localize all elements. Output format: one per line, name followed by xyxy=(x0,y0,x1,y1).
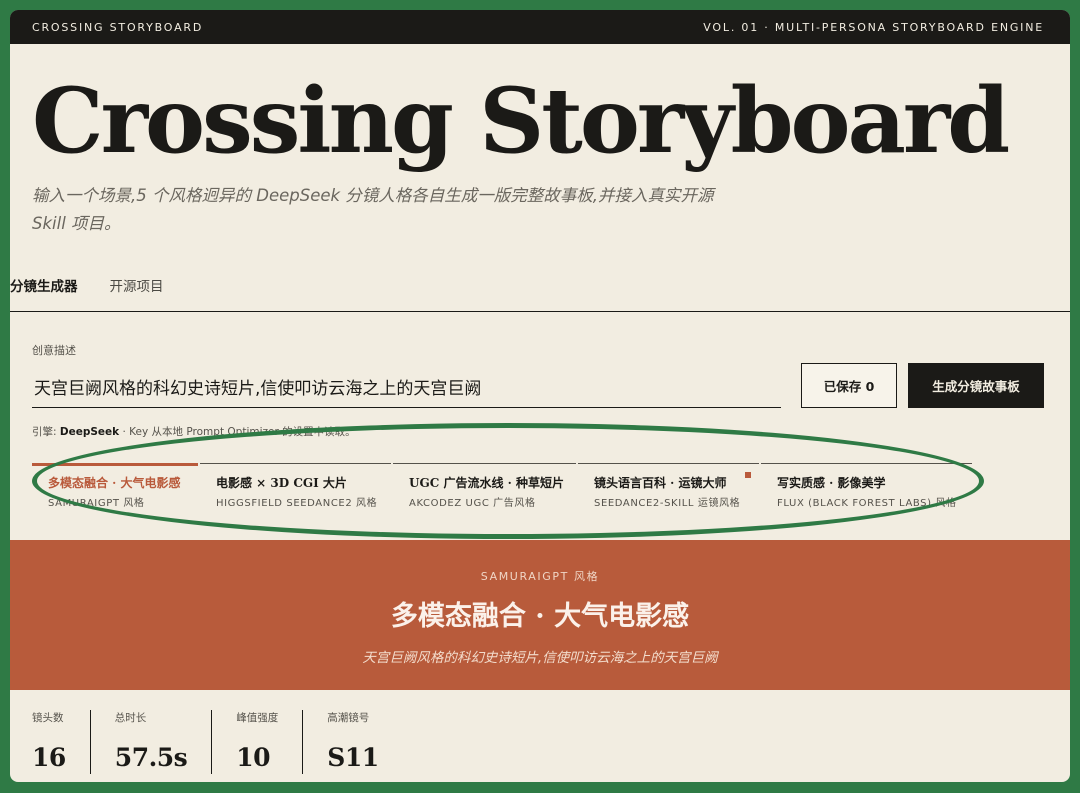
app-window: CROSSING STORYBOARD VOL. 01 · MULTI-PERS… xyxy=(10,10,1070,782)
stat-climax-shot: 高潮镜号 S11 xyxy=(302,710,402,774)
edition-label: VOL. 01 · MULTI-PERSONA STORYBOARD ENGIN… xyxy=(703,20,1044,34)
page-subtitle: 输入一个场景,5 个风格迥异的 DeepSeek 分镜人格各自生成一版完整故事板… xyxy=(32,186,714,233)
generate-storyboard-button[interactable]: 生成分镜故事板 xyxy=(908,363,1044,408)
stat-peak-intensity: 峰值强度 10 xyxy=(211,710,302,774)
stat-label: 总时长 xyxy=(114,712,147,724)
style-tab-samuraigpt[interactable]: 多模态融合 · 大气电影感 SAMURAIGPT 风格 xyxy=(32,463,198,513)
top-bar: CROSSING STORYBOARD VOL. 01 · MULTI-PERS… xyxy=(10,10,1070,44)
stat-value: 57.5s xyxy=(114,743,188,772)
stat-label: 峰值强度 xyxy=(236,712,279,724)
style-title: 镜头语言百科 · 运镜大师 xyxy=(594,476,727,490)
style-source: AKCODEZ UGC 广告风格 xyxy=(409,498,536,509)
style-source: FLUX (BLACK FOREST LABS) 风格 xyxy=(777,498,957,509)
banner-summary: 天宫巨阙风格的科幻史诗短片,信使叩访云海之上的天宫巨阙 xyxy=(362,650,718,666)
style-source: SAMURAIGPT 风格 xyxy=(48,498,145,509)
prompt-input[interactable] xyxy=(32,366,781,408)
style-title: 多模态融合 · 大气电影感 xyxy=(48,476,181,490)
banner-kicker: SAMURAIGPT 风格 xyxy=(480,570,600,583)
style-tab-akcodez[interactable]: UGC 广告流水线 · 种草短片 AKCODEZ UGC 广告风格 xyxy=(393,463,576,513)
stat-shot-count: 镜头数 16 xyxy=(32,710,90,774)
style-tab-higgsfield[interactable]: 电影感 × 3D CGI 大片 HIGGSFIELD SEEDANCE2 风格 xyxy=(200,463,391,513)
engine-name: DeepSeek xyxy=(59,426,120,438)
style-tab-seedance2[interactable]: 镜头语言百科 · 运镜大师 SEEDANCE2-SKILL 运镜风格 xyxy=(578,463,759,513)
tab-storyboard-generator[interactable]: 分镜生成器 xyxy=(10,275,78,311)
main-tabs: 分镜生成器 开源项目 xyxy=(10,268,1070,312)
new-marker-icon xyxy=(745,472,751,478)
banner-headline: 多模态融合 · 大气电影感 xyxy=(390,601,690,632)
stat-value: 16 xyxy=(32,743,66,772)
engine-prefix: 引擎: xyxy=(32,426,57,438)
style-tab-flux[interactable]: 写实质感 · 影像美学 FLUX (BLACK FOREST LABS) 风格 xyxy=(761,463,972,513)
style-persona-tabs: 多模态融合 · 大气电影感 SAMURAIGPT 风格 电影感 × 3D CGI… xyxy=(32,463,974,513)
prompt-label: 创意描述 xyxy=(32,344,76,357)
stat-value: 10 xyxy=(236,743,271,772)
stat-value: S11 xyxy=(327,743,379,772)
page-title: Crossing Storyboard xyxy=(32,68,1010,174)
engine-info: 引擎: DeepSeek · Key 从本地 Prompt Optimizer … xyxy=(32,424,356,439)
tab-open-source-projects[interactable]: 开源项目 xyxy=(110,275,164,311)
storyboard-stats: 镜头数 16 总时长 57.5s 峰值强度 10 高潮镜号 S11 xyxy=(32,710,403,774)
stat-label: 高潮镜号 xyxy=(327,712,370,724)
style-source: SEEDANCE2-SKILL 运镜风格 xyxy=(594,498,741,509)
saved-button[interactable]: 已保存 0 xyxy=(801,363,897,408)
style-banner: SAMURAIGPT 风格 多模态融合 · 大气电影感 天宫巨阙风格的科幻史诗短… xyxy=(10,540,1070,690)
engine-note: · Key 从本地 Prompt Optimizer 的设置中读取。 xyxy=(122,426,356,438)
stat-label: 镜头数 xyxy=(32,712,64,724)
style-title: 写实质感 · 影像美学 xyxy=(777,476,886,490)
style-title: UGC 广告流水线 · 种草短片 xyxy=(409,476,564,490)
style-title: 电影感 × 3D CGI 大片 xyxy=(216,476,347,490)
brand-label: CROSSING STORYBOARD xyxy=(32,20,204,34)
style-source: HIGGSFIELD SEEDANCE2 风格 xyxy=(216,498,378,509)
stat-total-duration: 总时长 57.5s xyxy=(89,710,211,774)
